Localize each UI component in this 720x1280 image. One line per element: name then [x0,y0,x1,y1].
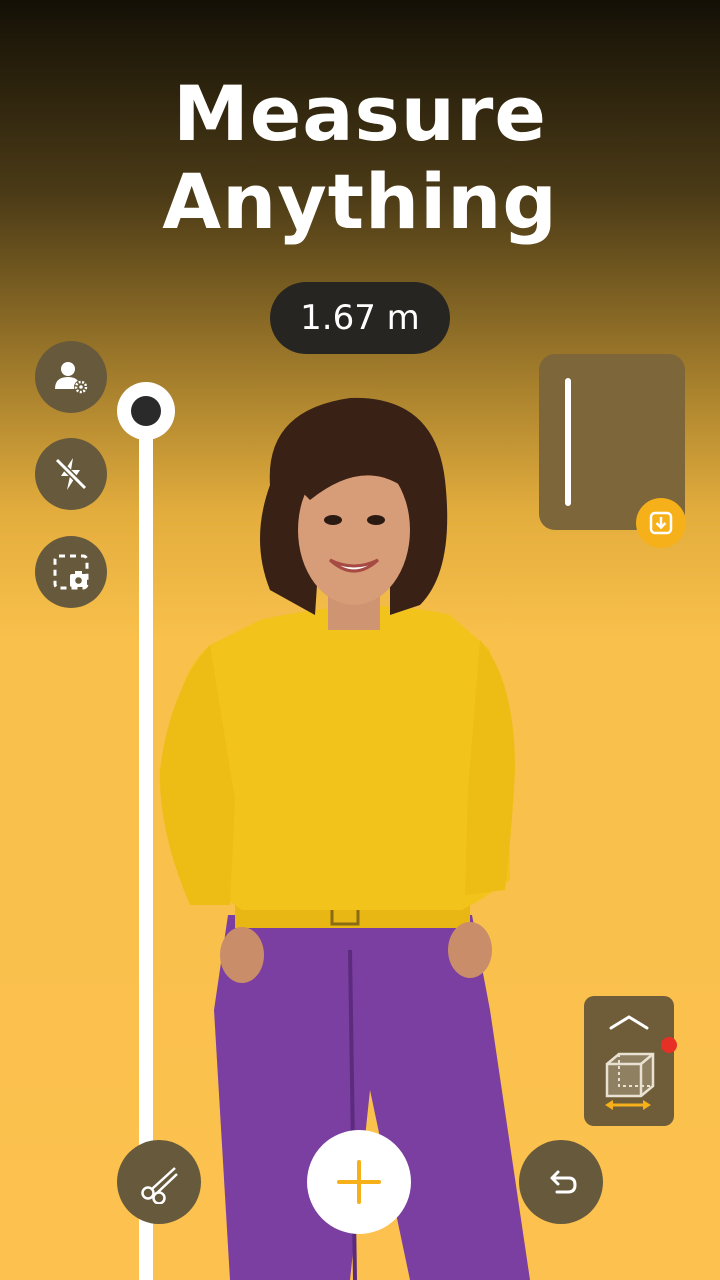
flash-toggle-button[interactable] [35,438,107,510]
cut-button[interactable] [117,1140,201,1224]
headline-line-2: Anything [162,157,558,246]
person-settings-button[interactable] [35,341,107,413]
preview-line [565,378,571,506]
mode-expand-button[interactable] [604,1006,654,1038]
cube-mode-button[interactable] [588,1040,670,1118]
chevron-up-icon [609,1015,649,1030]
ruler-handle[interactable] [117,382,175,440]
headline: Measure Anything [0,70,720,246]
cube-measure-icon [605,1052,655,1110]
mode-panel[interactable] [584,996,674,1126]
screenshot-icon [53,554,89,590]
plus-icon [337,1160,381,1204]
undo-icon [550,1170,577,1194]
download-icon [649,511,673,535]
measurement-value: 1.67 m [300,298,420,338]
ruler-handle-dot [131,396,161,426]
measurement-badge: 1.67 m [270,282,450,354]
download-button[interactable] [636,498,686,548]
flash-off-icon [54,457,88,491]
undo-button[interactable] [519,1140,603,1224]
headline-line-1: Measure [173,69,547,158]
camera-view: Measure Anything 1.67 m [0,0,720,1280]
person-gear-icon [55,362,88,394]
add-measurement-button[interactable] [307,1130,411,1234]
scissors-icon [141,1167,178,1204]
notification-dot [661,1037,677,1053]
screenshot-button[interactable] [35,536,107,608]
